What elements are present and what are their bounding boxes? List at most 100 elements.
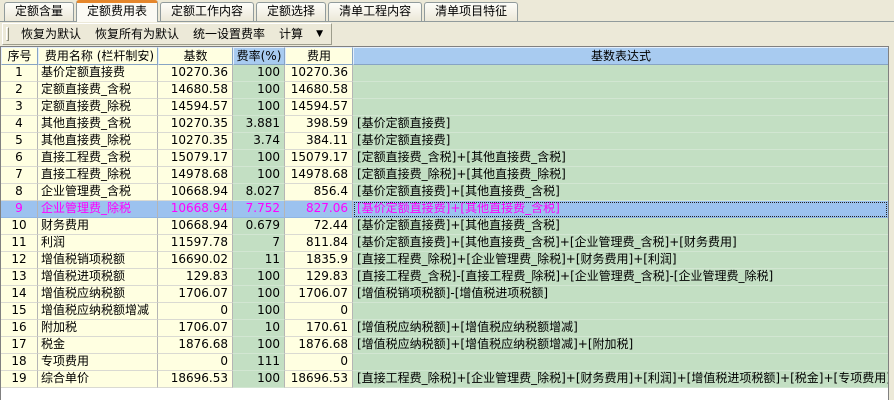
toolbar-button-4[interactable]: 计算 bbox=[272, 24, 310, 44]
cell-base[interactable]: 10270.35 bbox=[158, 133, 233, 150]
cell-expr[interactable]: [基价定额直接费]+[其他直接费_含税] bbox=[353, 201, 888, 218]
cell-name[interactable]: 定额直接费_除税 bbox=[38, 99, 158, 116]
table-row[interactable]: 12增值税销项税额16690.02111835.9[直接工程费_除税]+[企业管… bbox=[1, 252, 888, 269]
cell-seq[interactable]: 12 bbox=[1, 252, 38, 269]
cell-fee[interactable]: 15079.17 bbox=[285, 150, 353, 167]
toolbar-button-3[interactable]: 统一设置费率 bbox=[186, 24, 272, 44]
cell-base[interactable]: 1706.07 bbox=[158, 286, 233, 303]
cell-base[interactable]: 14680.58 bbox=[158, 82, 233, 99]
cell-rate[interactable]: 8.027 bbox=[233, 184, 285, 201]
cell-base[interactable]: 14978.68 bbox=[158, 167, 233, 184]
cell-expr[interactable]: [基价定额直接费]+[其他直接费_含税]+[企业管理费_含税]+[财务费用] bbox=[353, 235, 888, 252]
cell-name[interactable]: 增值税销项税额 bbox=[38, 252, 158, 269]
table-row[interactable]: 19综合单价18696.5310018696.53[直接工程费_除税]+[企业管… bbox=[1, 371, 888, 388]
cell-seq[interactable]: 13 bbox=[1, 269, 38, 286]
cell-rate[interactable]: 100 bbox=[233, 337, 285, 354]
cell-rate[interactable]: 100 bbox=[233, 167, 285, 184]
cell-seq[interactable]: 6 bbox=[1, 150, 38, 167]
table-row[interactable]: 18专项费用01110 bbox=[1, 354, 888, 371]
cell-expr[interactable]: [基价定额直接费]+[其他直接费_含税] bbox=[353, 218, 888, 235]
cell-rate[interactable]: 100 bbox=[233, 82, 285, 99]
cell-base[interactable]: 10668.94 bbox=[158, 218, 233, 235]
cell-base[interactable]: 18696.53 bbox=[158, 371, 233, 388]
cell-expr[interactable]: [基价定额直接费] bbox=[353, 116, 888, 133]
cell-seq[interactable]: 11 bbox=[1, 235, 38, 252]
cell-expr[interactable]: [增值税应纳税额]+[增值税应纳税额增减] bbox=[353, 320, 888, 337]
table-row[interactable]: 4其他直接费_含税10270.353.881398.59[基价定额直接费] bbox=[1, 116, 888, 133]
cell-fee[interactable]: 14594.57 bbox=[285, 99, 353, 116]
cell-name[interactable]: 综合单价 bbox=[38, 371, 158, 388]
cell-expr[interactable]: [直接工程费_除税]+[企业管理费_除税]+[财务费用]+[利润]+[增值税进项… bbox=[353, 371, 888, 388]
cell-fee[interactable]: 398.59 bbox=[285, 116, 353, 133]
cell-fee[interactable]: 0 bbox=[285, 354, 353, 371]
cell-expr[interactable] bbox=[353, 354, 888, 371]
cell-fee[interactable]: 14680.58 bbox=[285, 82, 353, 99]
cell-name[interactable]: 附加税 bbox=[38, 320, 158, 337]
tab-5[interactable]: 清单工程内容 bbox=[328, 2, 422, 21]
tab-6[interactable]: 清单项目特征 bbox=[424, 2, 518, 21]
tab-2[interactable]: 定额费用表 bbox=[76, 0, 158, 22]
table-row[interactable]: 17税金1876.681001876.68[增值税应纳税额]+[增值税应纳税额增… bbox=[1, 337, 888, 354]
cell-name[interactable]: 增值税应纳税额 bbox=[38, 286, 158, 303]
cell-fee[interactable]: 1835.9 bbox=[285, 252, 353, 269]
cell-name[interactable]: 其他直接费_除税 bbox=[38, 133, 158, 150]
cell-expr[interactable] bbox=[353, 99, 888, 116]
cell-name[interactable]: 定额直接费_含税 bbox=[38, 82, 158, 99]
cell-fee[interactable]: 1876.68 bbox=[285, 337, 353, 354]
cell-fee[interactable]: 10270.36 bbox=[285, 65, 353, 82]
cell-rate[interactable]: 100 bbox=[233, 150, 285, 167]
table-row[interactable]: 1基价定额直接费10270.3610010270.36 bbox=[1, 65, 888, 82]
cell-rate[interactable]: 7.752 bbox=[233, 201, 285, 218]
cell-fee[interactable]: 170.61 bbox=[285, 320, 353, 337]
cell-fee[interactable]: 129.83 bbox=[285, 269, 353, 286]
cell-rate[interactable]: 10 bbox=[233, 320, 285, 337]
cell-name[interactable]: 财务费用 bbox=[38, 218, 158, 235]
toolbar-drag-handle[interactable] bbox=[6, 27, 9, 41]
cell-seq[interactable]: 15 bbox=[1, 303, 38, 320]
cell-rate[interactable]: 7 bbox=[233, 235, 285, 252]
cell-rate[interactable]: 11 bbox=[233, 252, 285, 269]
cell-base[interactable]: 10668.94 bbox=[158, 201, 233, 218]
table-row[interactable]: 6直接工程费_含税15079.1710015079.17[定额直接费_含税]+[… bbox=[1, 150, 888, 167]
cell-seq[interactable]: 4 bbox=[1, 116, 38, 133]
cell-base[interactable]: 0 bbox=[158, 303, 233, 320]
tab-4[interactable]: 定额选择 bbox=[256, 2, 326, 21]
cell-base[interactable]: 129.83 bbox=[158, 269, 233, 286]
table-row[interactable]: 7直接工程费_除税14978.6810014978.68[定额直接费_除税]+[… bbox=[1, 167, 888, 184]
cell-base[interactable]: 10270.35 bbox=[158, 116, 233, 133]
cell-fee[interactable]: 811.84 bbox=[285, 235, 353, 252]
table-row[interactable]: 8企业管理费_含税10668.948.027856.4[基价定额直接费]+[其他… bbox=[1, 184, 888, 201]
cell-seq[interactable]: 14 bbox=[1, 286, 38, 303]
cell-base[interactable]: 10270.36 bbox=[158, 65, 233, 82]
cell-rate[interactable]: 0.679 bbox=[233, 218, 285, 235]
cell-rate[interactable]: 100 bbox=[233, 286, 285, 303]
tab-3[interactable]: 定额工作内容 bbox=[160, 2, 254, 21]
cell-name[interactable]: 其他直接费_含税 bbox=[38, 116, 158, 133]
cell-seq[interactable]: 19 bbox=[1, 371, 38, 388]
cell-expr[interactable]: [基价定额直接费] bbox=[353, 133, 888, 150]
toolbar-button-1[interactable]: 恢复为默认 bbox=[14, 24, 88, 44]
cell-name[interactable]: 直接工程费_含税 bbox=[38, 150, 158, 167]
cell-expr[interactable]: [基价定额直接费]+[其他直接费_含税] bbox=[353, 184, 888, 201]
cell-fee[interactable]: 0 bbox=[285, 303, 353, 320]
cell-seq[interactable]: 8 bbox=[1, 184, 38, 201]
cell-expr[interactable] bbox=[353, 82, 888, 99]
table-row[interactable]: 15增值税应纳税额增减01000 bbox=[1, 303, 888, 320]
cell-seq[interactable]: 16 bbox=[1, 320, 38, 337]
cell-seq[interactable]: 5 bbox=[1, 133, 38, 150]
cell-fee[interactable]: 856.4 bbox=[285, 184, 353, 201]
cell-fee[interactable]: 1706.07 bbox=[285, 286, 353, 303]
tab-1[interactable]: 定额含量 bbox=[4, 2, 74, 21]
table-row[interactable]: 10财务费用10668.940.67972.44[基价定额直接费]+[其他直接费… bbox=[1, 218, 888, 235]
cell-base[interactable]: 1876.68 bbox=[158, 337, 233, 354]
cell-name[interactable]: 专项费用 bbox=[38, 354, 158, 371]
cell-base[interactable]: 14594.57 bbox=[158, 99, 233, 116]
table-row[interactable]: 5其他直接费_除税10270.353.74384.11[基价定额直接费] bbox=[1, 133, 888, 150]
cell-fee[interactable]: 827.06 bbox=[285, 201, 353, 218]
cell-fee[interactable]: 18696.53 bbox=[285, 371, 353, 388]
cell-seq[interactable]: 9 bbox=[1, 201, 38, 218]
cell-base[interactable]: 0 bbox=[158, 354, 233, 371]
cell-base[interactable]: 1706.07 bbox=[158, 320, 233, 337]
cell-base[interactable]: 10668.94 bbox=[158, 184, 233, 201]
cell-name[interactable]: 基价定额直接费 bbox=[38, 65, 158, 82]
